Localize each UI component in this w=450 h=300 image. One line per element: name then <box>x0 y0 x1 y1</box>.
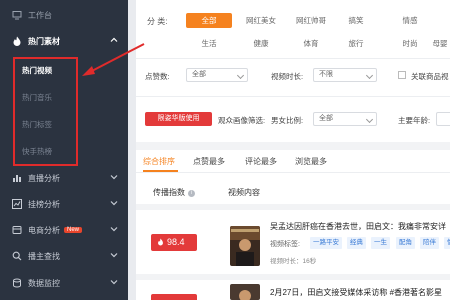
chevron-down-icon <box>365 71 374 80</box>
category-chip[interactable]: 网红美女 <box>238 13 284 28</box>
video-tags-label: 视频标签: <box>270 241 300 248</box>
arrow-annotation <box>82 43 145 76</box>
video-tag[interactable]: 情 <box>444 237 450 249</box>
category-chip[interactable]: 健康 <box>238 36 284 51</box>
sidebar-item-live-analysis[interactable]: 直播分析 <box>0 165 128 191</box>
category-chip[interactable]: 旅行 <box>336 36 376 51</box>
video-thumbnail[interactable] <box>230 284 260 300</box>
search-icon <box>12 251 22 261</box>
chevron-down-icon <box>110 199 118 207</box>
related-products-checkbox[interactable] <box>398 71 406 79</box>
category-chip[interactable]: 体育 <box>288 36 334 51</box>
row-gap <box>136 274 450 280</box>
tab-most-comments[interactable]: 评论最多 <box>245 156 277 167</box>
video-tag[interactable]: 经典 <box>347 237 366 249</box>
sidebar-item-label: 数据监控 <box>28 278 60 288</box>
premium-version-button[interactable]: 限姿华版使用 <box>145 112 212 126</box>
heat-badge: 98.4 <box>151 234 197 251</box>
sidebar-item-label: 挂榜分析 <box>28 199 60 209</box>
tab-most-likes[interactable]: 点赞最多 <box>193 156 225 167</box>
column-header-heat: 传播指数 i <box>153 187 195 198</box>
duration-select[interactable]: 不限 <box>313 68 377 82</box>
column-header-content: 视频内容 <box>228 188 260 197</box>
sidebar-item-label: 直播分析 <box>28 173 60 183</box>
video-tag[interactable]: 一路平安 <box>310 237 342 249</box>
video-thumbnail[interactable] <box>230 226 260 266</box>
sidebar-item-workbench[interactable]: 工作台 <box>0 2 128 28</box>
video-title[interactable]: 吴孟达因肝癌在香港去世，田启文：我痛非常安详 <box>270 221 446 232</box>
heat-value: 98.4 <box>167 237 185 247</box>
audience-filter-label: 观众画像筛选: <box>218 116 266 125</box>
video-tag[interactable]: 陪伴 <box>420 237 439 249</box>
database-icon <box>12 278 22 288</box>
sidebar-item-label: 电商分析 <box>28 225 60 235</box>
chevron-down-icon <box>110 225 118 233</box>
likes-label: 点赞数: <box>145 72 170 81</box>
category-chip[interactable]: 搞笑 <box>336 13 376 28</box>
chevron-down-icon <box>110 173 118 181</box>
main-age-select[interactable] <box>436 112 450 126</box>
category-label: 分 类: <box>147 17 168 26</box>
flame-icon <box>158 238 163 246</box>
related-products-label: 关联商品视 <box>411 72 449 81</box>
video-tag[interactable]: 一生 <box>371 237 390 249</box>
info-icon[interactable]: i <box>188 190 195 197</box>
tab-comprehensive[interactable]: 综合排序 <box>143 156 175 167</box>
heat-badge <box>151 294 197 300</box>
sidebar-item-label: 播主查找 <box>28 251 60 261</box>
flame-icon <box>12 36 22 46</box>
sidebar-item-anchor-search[interactable]: 播主查找 <box>0 243 128 269</box>
chevron-down-icon <box>365 115 374 124</box>
trend-icon <box>12 199 22 209</box>
category-chip[interactable]: 生活 <box>186 36 232 51</box>
gender-ratio-select[interactable]: 全部 <box>313 112 377 126</box>
likes-select[interactable]: 全部 <box>186 68 248 82</box>
divider <box>136 172 450 173</box>
sidebar-item-ranking-analysis[interactable]: 挂榜分析 <box>0 191 128 217</box>
new-badge: New <box>64 227 83 233</box>
chevron-down-icon <box>110 251 118 259</box>
video-tag[interactable]: 配角 <box>396 237 415 249</box>
cart-icon <box>12 225 22 235</box>
highlight-box <box>13 57 78 166</box>
sidebar-section-label: 热门素材 <box>28 36 60 46</box>
row-gap <box>136 204 450 210</box>
divider <box>136 58 450 59</box>
category-chip[interactable]: 网红帅哥 <box>288 13 334 28</box>
duration-label: 视频时长: <box>271 72 304 81</box>
main-age-label: 主要年龄: <box>398 116 431 125</box>
chevron-down-icon <box>110 278 118 286</box>
sidebar-item-label: 工作台 <box>28 10 52 20</box>
select-value: 全部 <box>319 115 333 122</box>
select-value: 不限 <box>319 71 333 78</box>
category-chip[interactable]: 情感 <box>390 13 430 28</box>
tab-most-views[interactable]: 浏览最多 <box>295 156 327 167</box>
section-gap <box>136 142 450 150</box>
sidebar-item-ecommerce-analysis[interactable]: 电商分析 New <box>0 217 128 243</box>
sidebar-item-data-monitor[interactable]: 数据监控 <box>0 270 128 296</box>
category-chip[interactable]: 母婴 <box>428 36 450 51</box>
video-title[interactable]: 2月27日，田启文接受媒体采访称 #香港著名影星 <box>270 287 442 298</box>
bar-chart-icon <box>12 173 22 183</box>
column-header-label: 传播指数 <box>153 188 185 197</box>
monitor-icon <box>12 10 22 20</box>
video-duration: 视频时长：16秒 <box>270 258 317 265</box>
chevron-down-icon <box>236 71 245 80</box>
divider <box>136 96 450 97</box>
category-chip-all[interactable]: 全部 <box>186 13 232 28</box>
gender-ratio-label: 男女比例: <box>271 116 304 125</box>
select-value: 全部 <box>192 71 206 78</box>
category-chip[interactable]: 时尚 <box>390 36 430 51</box>
